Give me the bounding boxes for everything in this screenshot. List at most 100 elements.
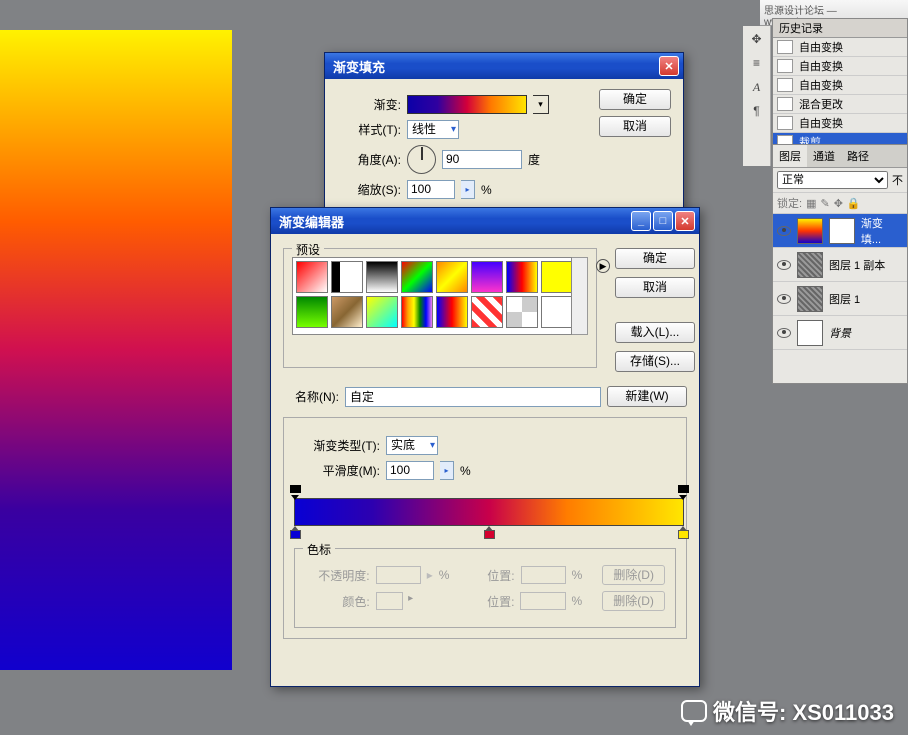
scale-unit: %: [481, 183, 492, 197]
history-item[interactable]: 自由变换: [773, 114, 907, 133]
gradient-preset[interactable]: [471, 261, 503, 293]
blend-mode-select[interactable]: 正常: [777, 171, 888, 189]
lock-move-icon[interactable]: ✥: [834, 197, 843, 210]
gradient-swatch[interactable]: [407, 95, 527, 114]
close-icon[interactable]: ✕: [659, 56, 679, 76]
ok-button[interactable]: 确定: [615, 248, 695, 269]
history-step-icon: [777, 40, 793, 54]
layer-name: 图层 1 副本: [829, 257, 885, 273]
scale-spinner-icon[interactable]: ▸: [461, 180, 475, 199]
visibility-eye-icon[interactable]: [777, 328, 791, 338]
layer-row[interactable]: 渐变填...: [773, 214, 907, 248]
lock-trans-icon[interactable]: ▦: [806, 197, 816, 210]
layers-panel: 图层 通道 路径 正常 不 锁定: ▦ ✎ ✥ 🔒 渐变填...图层 1 副本图…: [772, 144, 908, 384]
angle-input[interactable]: 90: [442, 150, 522, 169]
gradient-preset[interactable]: [506, 261, 538, 293]
visibility-eye-icon[interactable]: [777, 260, 791, 270]
smoothness-label: 平滑度(M):: [294, 462, 380, 479]
color-stop-swatch: [484, 530, 495, 539]
visibility-eye-icon[interactable]: [777, 294, 791, 304]
gradient-preset[interactable]: [436, 261, 468, 293]
history-item[interactable]: 混合更改: [773, 95, 907, 114]
gradient-preset[interactable]: [401, 261, 433, 293]
angle-unit: 度: [528, 151, 540, 168]
history-step-icon: [777, 97, 793, 111]
tab-paths[interactable]: 路径: [841, 145, 875, 167]
name-input[interactable]: 自定: [345, 387, 601, 407]
gradient-preset[interactable]: [401, 296, 433, 328]
color-stop[interactable]: [484, 526, 495, 540]
pct-label: %: [572, 594, 583, 608]
tab-channels[interactable]: 通道: [807, 145, 841, 167]
layer-name: 渐变填...: [861, 215, 903, 247]
gradient-type-label: 渐变类型(T):: [294, 437, 380, 454]
gradient-preset[interactable]: [471, 296, 503, 328]
scale-label: 缩放(S):: [337, 181, 401, 198]
gradient-preset[interactable]: [296, 261, 328, 293]
tool-strip: ✥ ≡ A ¶: [743, 26, 771, 166]
load-button[interactable]: 载入(L)...: [615, 322, 695, 343]
dialog-titlebar[interactable]: 渐变编辑器 _ □ ✕: [271, 208, 699, 234]
color-stop-swatch: [678, 530, 689, 539]
lock-paint-icon[interactable]: ✎: [820, 197, 829, 210]
visibility-eye-icon[interactable]: [777, 226, 791, 236]
gradient-editor-dialog: 渐变编辑器 _ □ ✕ 预设 ▶ 确定 取消 载入(L)... 存储(S)...: [270, 207, 700, 687]
ok-button[interactable]: 确定: [599, 89, 671, 110]
tool-icon[interactable]: ≡: [745, 52, 769, 74]
gradient-preset[interactable]: [366, 296, 398, 328]
minimize-icon[interactable]: _: [631, 211, 651, 231]
layer-row[interactable]: 图层 1: [773, 282, 907, 316]
wechat-text: 微信号: XS011033: [713, 695, 894, 727]
layer-row[interactable]: 图层 1 副本: [773, 248, 907, 282]
dialog-titlebar[interactable]: 渐变填充 ✕: [325, 53, 683, 79]
color-stop-label: 颜色:: [305, 593, 370, 610]
tool-icon[interactable]: ✥: [745, 28, 769, 50]
close-icon[interactable]: ✕: [675, 211, 695, 231]
tab-layers[interactable]: 图层: [773, 145, 807, 167]
cancel-button[interactable]: 取消: [615, 277, 695, 298]
gradient-preset[interactable]: [296, 296, 328, 328]
smoothness-input[interactable]: 100: [386, 461, 434, 480]
gradient-preset[interactable]: [541, 296, 572, 328]
tool-icon[interactable]: A: [745, 76, 769, 98]
gradient-dropdown-icon[interactable]: ▾: [533, 95, 549, 114]
cancel-button[interactable]: 取消: [599, 116, 671, 137]
layer-thumbnail: [797, 218, 823, 244]
smoothness-spinner-icon[interactable]: ▸: [440, 461, 454, 480]
history-item[interactable]: 自由变换: [773, 57, 907, 76]
history-tab[interactable]: 历史记录: [773, 19, 907, 38]
lock-all-icon[interactable]: 🔒: [847, 197, 861, 210]
dialog-title: 渐变编辑器: [279, 212, 344, 231]
scale-input[interactable]: 100: [407, 180, 455, 199]
preset-scrollbar[interactable]: [572, 257, 588, 335]
history-item[interactable]: 自由变换: [773, 76, 907, 95]
tool-icon[interactable]: ¶: [745, 100, 769, 122]
layers-tabs: 图层 通道 路径: [773, 145, 907, 168]
style-select[interactable]: 线性: [407, 120, 459, 139]
gradient-preset[interactable]: [331, 296, 363, 328]
gradient-label: 渐变:: [337, 96, 401, 113]
preset-menu-icon[interactable]: ▶: [596, 259, 610, 273]
history-step-icon: [777, 59, 793, 73]
color-stop[interactable]: [678, 526, 689, 540]
gradient-type-select[interactable]: 实底: [386, 436, 438, 455]
save-button[interactable]: 存储(S)...: [615, 351, 695, 372]
wechat-icon: [681, 700, 707, 722]
opacity-label: 不: [892, 172, 903, 188]
gradient-preset[interactable]: [506, 296, 538, 328]
color-stop[interactable]: [290, 526, 301, 540]
history-item[interactable]: 自由变换: [773, 38, 907, 57]
layer-name: 图层 1: [829, 291, 860, 307]
gradient-preset[interactable]: [541, 261, 572, 293]
gradient-bar[interactable]: [294, 498, 684, 526]
position-label: 位置:: [475, 593, 514, 610]
gradient-preset[interactable]: [331, 261, 363, 293]
maximize-icon[interactable]: □: [653, 211, 673, 231]
gradient-preset[interactable]: [436, 296, 468, 328]
angle-knob[interactable]: [407, 145, 436, 174]
gradient-preset[interactable]: [366, 261, 398, 293]
new-button[interactable]: 新建(W): [607, 386, 687, 407]
layer-row[interactable]: 背景: [773, 316, 907, 350]
opacity-stop[interactable]: [290, 485, 301, 497]
opacity-stop[interactable]: [678, 485, 689, 497]
